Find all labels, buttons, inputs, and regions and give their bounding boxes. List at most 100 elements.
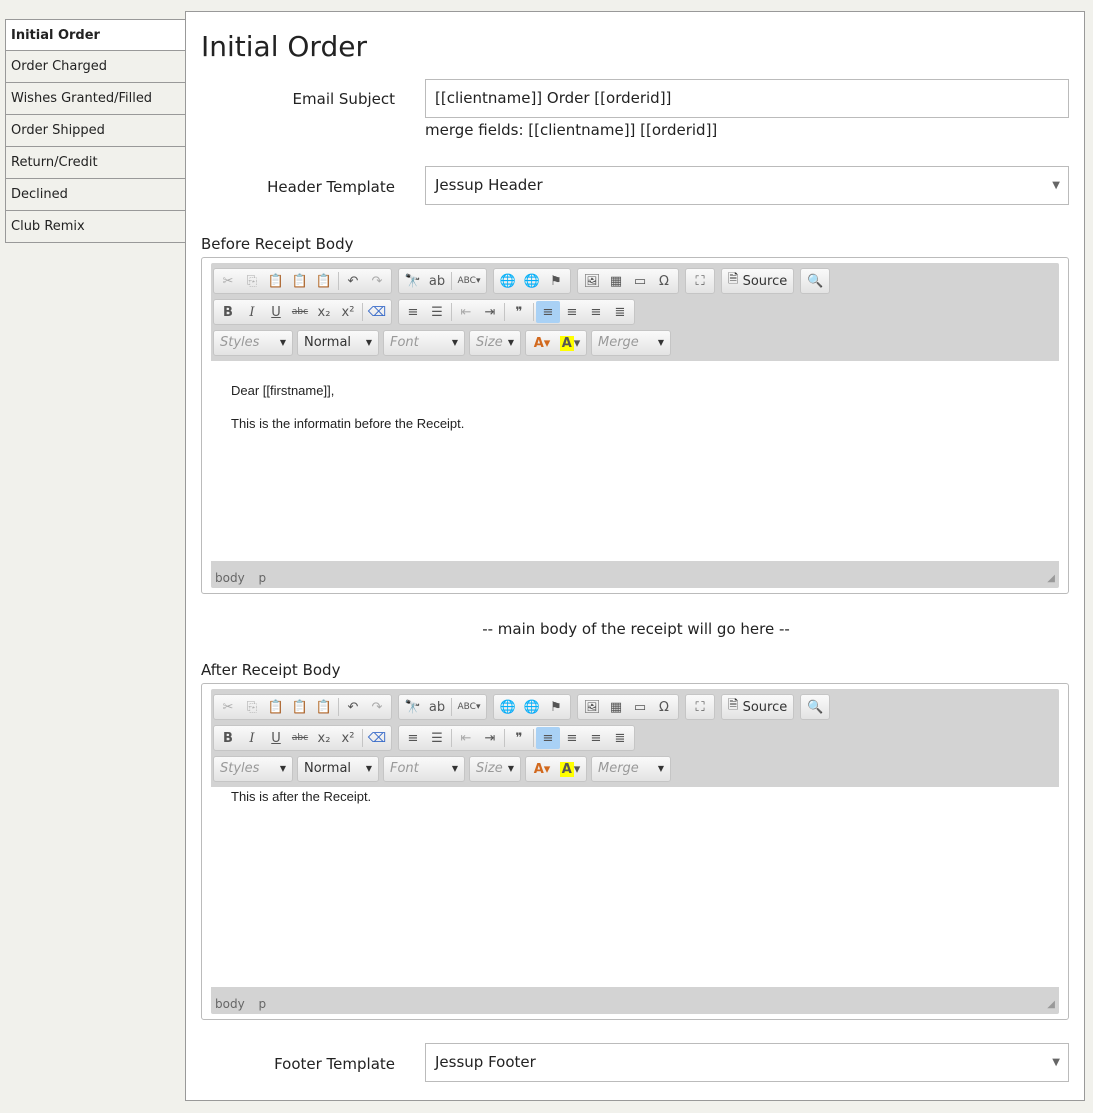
subscript-button[interactable]: x₂ xyxy=(312,301,336,323)
bg-color-button[interactable]: A ▾ xyxy=(556,332,584,354)
text-color-button[interactable]: A ▾ xyxy=(528,758,556,780)
status-path-item[interactable]: body xyxy=(215,571,245,585)
status-path-item[interactable]: body xyxy=(215,997,245,1011)
link-icon[interactable]: 🌐 xyxy=(496,696,520,718)
font-combo[interactable]: Font ▼ xyxy=(383,330,465,356)
paste-text-icon[interactable]: 📋 xyxy=(288,696,312,718)
cut-icon[interactable]: ✂ xyxy=(216,696,240,718)
maximize-icon[interactable]: ⛶ xyxy=(688,696,712,718)
indent-icon[interactable]: ⇥ xyxy=(478,727,502,749)
special-char-icon[interactable]: Ω xyxy=(652,696,676,718)
format-combo[interactable]: Normal ▼ xyxy=(297,756,379,782)
styles-combo[interactable]: Styles ▼ xyxy=(213,330,293,356)
outdent-icon[interactable]: ⇤ xyxy=(454,727,478,749)
find-icon[interactable]: 🔭 xyxy=(401,270,425,292)
footer-template-select[interactable]: Jessup Footer ▼ xyxy=(425,1043,1069,1082)
superscript-button[interactable]: x² xyxy=(336,301,360,323)
status-path-item[interactable]: p xyxy=(259,571,267,585)
size-combo[interactable]: Size ▼ xyxy=(469,330,521,356)
align-right-icon[interactable]: ≡ xyxy=(584,301,608,323)
align-left-icon[interactable]: ≡ xyxy=(536,727,560,749)
remove-format-icon[interactable]: ⌫ xyxy=(365,301,389,323)
replace-icon[interactable]: ab xyxy=(425,696,449,718)
align-right-icon[interactable]: ≡ xyxy=(584,727,608,749)
copy-icon[interactable]: ⎘ xyxy=(240,696,264,718)
indent-icon[interactable]: ⇥ xyxy=(478,301,502,323)
size-combo[interactable]: Size ▼ xyxy=(469,756,521,782)
subscript-button[interactable]: x₂ xyxy=(312,727,336,749)
blockquote-icon[interactable]: ❞ xyxy=(507,727,531,749)
redo-icon[interactable]: ↷ xyxy=(365,696,389,718)
italic-button[interactable]: I xyxy=(240,301,264,323)
link-icon[interactable]: 🌐 xyxy=(496,270,520,292)
horizontal-rule-icon[interactable]: ▭ xyxy=(628,270,652,292)
bulleted-list-icon[interactable]: ☰ xyxy=(425,301,449,323)
table-icon[interactable]: ▦ xyxy=(604,696,628,718)
anchor-icon[interactable]: ⚑ xyxy=(544,270,568,292)
outdent-icon[interactable]: ⇤ xyxy=(454,301,478,323)
preview-icon[interactable]: 🔍 xyxy=(803,696,827,718)
align-justify-icon[interactable]: ≣ xyxy=(608,727,632,749)
sidebar-item-club-remix[interactable]: Club Remix xyxy=(5,211,186,243)
bold-button[interactable]: B xyxy=(216,727,240,749)
strike-button[interactable]: abc xyxy=(288,301,312,323)
sidebar-item-order-shipped[interactable]: Order Shipped xyxy=(5,115,186,147)
paste-text-icon[interactable]: 📋 xyxy=(288,270,312,292)
align-center-icon[interactable]: ≡ xyxy=(560,301,584,323)
sidebar-item-return-credit[interactable]: Return/Credit xyxy=(5,147,186,179)
source-button[interactable]: 🗎 Source xyxy=(724,696,791,718)
replace-icon[interactable]: ab xyxy=(425,270,449,292)
horizontal-rule-icon[interactable]: ▭ xyxy=(628,696,652,718)
merge-combo[interactable]: Merge ▼ xyxy=(591,330,671,356)
merge-combo[interactable]: Merge ▼ xyxy=(591,756,671,782)
font-combo[interactable]: Font ▼ xyxy=(383,756,465,782)
unlink-icon[interactable]: 🌐 xyxy=(520,270,544,292)
align-left-icon[interactable]: ≡ xyxy=(536,301,560,323)
text-color-button[interactable]: A ▾ xyxy=(528,332,556,354)
sidebar-item-order-charged[interactable]: Order Charged xyxy=(5,51,186,83)
resize-grip-icon[interactable]: ◢ xyxy=(1047,999,1055,1010)
numbered-list-icon[interactable]: ≡ xyxy=(401,301,425,323)
table-icon[interactable]: ▦ xyxy=(604,270,628,292)
source-button[interactable]: 🗎 Source xyxy=(724,270,791,292)
preview-icon[interactable]: 🔍 xyxy=(803,270,827,292)
paste-word-icon[interactable]: 📋 xyxy=(312,696,336,718)
undo-icon[interactable]: ↶ xyxy=(341,696,365,718)
status-path-item[interactable]: p xyxy=(259,997,267,1011)
header-template-select[interactable]: Jessup Header ▼ xyxy=(425,166,1069,205)
cut-icon[interactable]: ✂ xyxy=(216,270,240,292)
format-combo[interactable]: Normal ▼ xyxy=(297,330,379,356)
paste-icon[interactable]: 📋 xyxy=(264,696,288,718)
undo-icon[interactable]: ↶ xyxy=(341,270,365,292)
anchor-icon[interactable]: ⚑ xyxy=(544,696,568,718)
editor-content-area[interactable]: Dear [[firstname]], This is the informat… xyxy=(211,361,1059,561)
sidebar-item-initial-order[interactable]: Initial Order xyxy=(5,19,186,51)
editor-content-area[interactable]: This is after the Receipt. xyxy=(211,787,1059,987)
spellcheck-icon[interactable]: ABC▾ xyxy=(454,696,484,718)
resize-grip-icon[interactable]: ◢ xyxy=(1047,573,1055,584)
unlink-icon[interactable]: 🌐 xyxy=(520,696,544,718)
bg-color-button[interactable]: A ▾ xyxy=(556,758,584,780)
align-center-icon[interactable]: ≡ xyxy=(560,727,584,749)
remove-format-icon[interactable]: ⌫ xyxy=(365,727,389,749)
image-icon[interactable]: 🖼 xyxy=(580,270,604,292)
underline-button[interactable]: U xyxy=(264,727,288,749)
strike-button[interactable]: abc xyxy=(288,727,312,749)
superscript-button[interactable]: x² xyxy=(336,727,360,749)
sidebar-item-declined[interactable]: Declined xyxy=(5,179,186,211)
sidebar-item-wishes-granted[interactable]: Wishes Granted/Filled xyxy=(5,83,186,115)
underline-button[interactable]: U xyxy=(264,301,288,323)
copy-icon[interactable]: ⎘ xyxy=(240,270,264,292)
paste-word-icon[interactable]: 📋 xyxy=(312,270,336,292)
styles-combo[interactable]: Styles ▼ xyxy=(213,756,293,782)
redo-icon[interactable]: ↷ xyxy=(365,270,389,292)
image-icon[interactable]: 🖼 xyxy=(580,696,604,718)
find-icon[interactable]: 🔭 xyxy=(401,696,425,718)
spellcheck-icon[interactable]: ABC▾ xyxy=(454,270,484,292)
special-char-icon[interactable]: Ω xyxy=(652,270,676,292)
paste-icon[interactable]: 📋 xyxy=(264,270,288,292)
maximize-icon[interactable]: ⛶ xyxy=(688,270,712,292)
align-justify-icon[interactable]: ≣ xyxy=(608,301,632,323)
bulleted-list-icon[interactable]: ☰ xyxy=(425,727,449,749)
email-subject-input[interactable]: [[clientname]] Order [[orderid]] xyxy=(425,79,1069,118)
